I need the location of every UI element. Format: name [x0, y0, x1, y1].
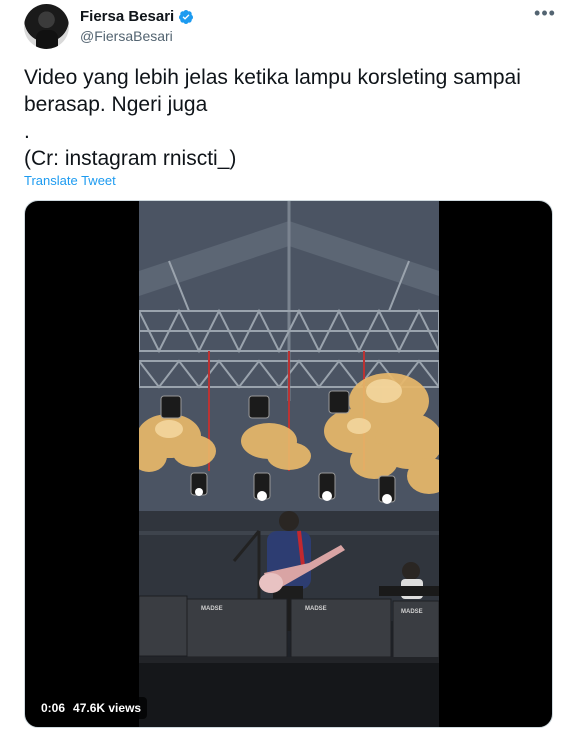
translate-tweet-link[interactable]: Translate Tweet — [24, 173, 116, 188]
video-player[interactable]: MADSE MADSE MADSE 0:06 47.6K views — [24, 200, 553, 728]
verified-badge-icon — [179, 9, 194, 24]
author-name[interactable]: Fiersa Besari — [80, 8, 174, 25]
author-name-row: Fiersa Besari — [80, 8, 194, 25]
tweet: Fiersa Besari @FiersaBesari ••• Video ya… — [0, 0, 571, 731]
speaker-label: MADSE — [401, 609, 423, 615]
video-views: 47.6K views — [73, 701, 142, 715]
video-stats-overlay: 0:06 47.6K views — [35, 697, 148, 719]
tweet-text: Video yang lebih jelas ketika lampu kors… — [24, 66, 521, 170]
avatar-figure — [36, 30, 58, 49]
speaker-label: MADSE — [201, 606, 223, 612]
author-handle[interactable]: @FiersaBesari — [80, 28, 173, 44]
more-options-icon[interactable]: ••• — [534, 4, 556, 22]
video-duration: 0:06 — [41, 701, 66, 715]
concert-stage-image: MADSE MADSE MADSE — [139, 201, 439, 727]
speaker-label: MADSE — [305, 606, 327, 612]
avatar[interactable] — [24, 4, 69, 49]
video-frame: MADSE MADSE MADSE — [139, 201, 439, 727]
